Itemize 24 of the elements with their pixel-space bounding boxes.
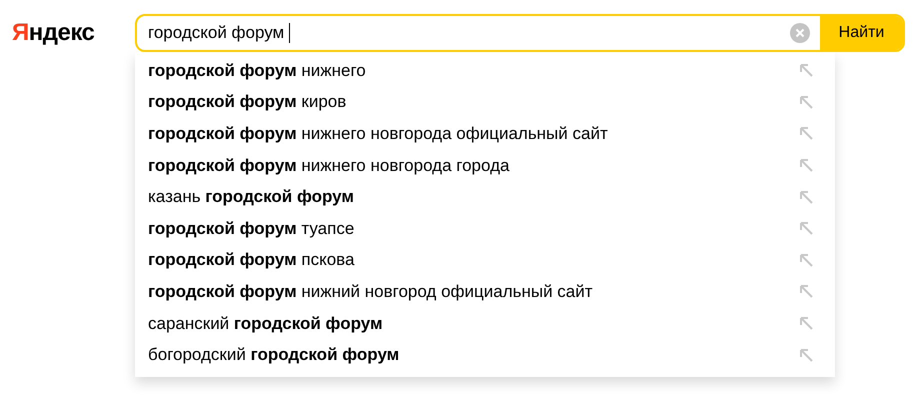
suggestion-item[interactable]: казань городской форум — [148, 187, 354, 208]
arrow-icon[interactable] — [800, 127, 813, 140]
arrow-icon[interactable] — [800, 317, 813, 330]
arrow-icon[interactable] — [800, 222, 813, 236]
arrow-icon[interactable] — [800, 348, 813, 362]
search-button[interactable]: Найти — [820, 16, 903, 50]
suggestion-item[interactable]: городской форум киров — [148, 92, 346, 112]
arrow-icon[interactable] — [800, 254, 813, 267]
clear-icon[interactable] — [790, 23, 810, 43]
suggestion-item[interactable]: городской форум нижнего — [148, 60, 366, 81]
arrow-icon[interactable] — [800, 190, 813, 204]
suggestion-item[interactable]: городской форум нижнего новгорода города — [148, 156, 510, 176]
suggestion-item[interactable]: богородский городской форум — [148, 345, 400, 366]
arrow-icon[interactable] — [800, 159, 813, 172]
arrow-icon[interactable] — [800, 285, 813, 298]
arrow-icon[interactable] — [800, 96, 813, 109]
suggestion-item[interactable]: городской форум пскова — [148, 250, 354, 270]
suggestion-item[interactable]: городской форум нижнего новгорода официальный сайт — [148, 124, 608, 144]
logo[interactable]: Яндекс — [12, 19, 135, 47]
search-field[interactable]: городской форум Найти — [135, 14, 905, 52]
suggestion-item[interactable]: городской форум туапсе — [148, 218, 354, 239]
suggestion-item[interactable]: городской форум нижний новгород официальный сайт — [148, 282, 593, 302]
arrow-icon[interactable] — [800, 64, 813, 78]
suggestion-item[interactable]: саранский городской форум — [148, 314, 383, 334]
